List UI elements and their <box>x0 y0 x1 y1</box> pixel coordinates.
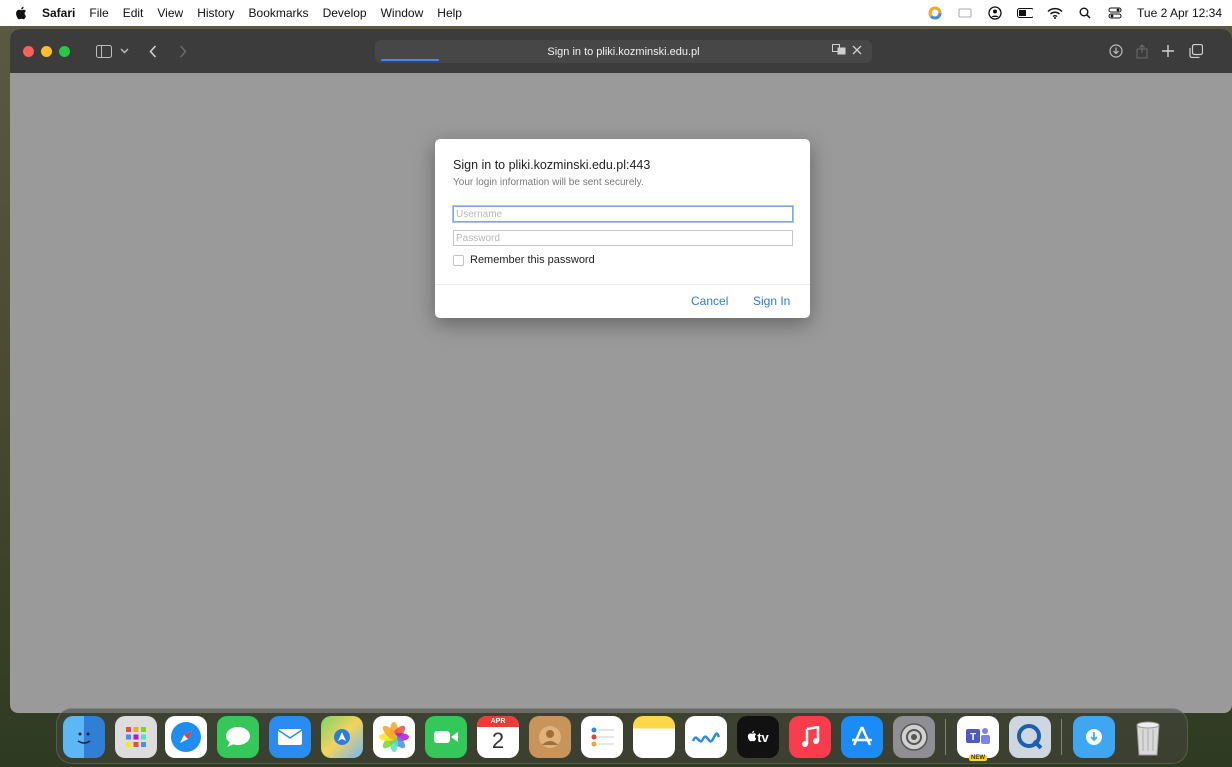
dock: APR 2 tv T NEW <box>56 708 1188 764</box>
window-minimize-button[interactable] <box>41 46 52 57</box>
window-close-button[interactable] <box>23 46 34 57</box>
new-tab-plus-icon[interactable] <box>1160 41 1176 61</box>
wifi-icon[interactable] <box>1047 6 1063 20</box>
dock-finder-icon[interactable] <box>63 716 105 758</box>
dialog-divider <box>435 284 810 285</box>
translate-icon[interactable] <box>832 44 846 58</box>
control-center-icon[interactable] <box>1107 6 1123 20</box>
tv-apple-icon <box>747 730 757 745</box>
menu-develop[interactable]: Develop <box>323 6 367 20</box>
remember-password-row[interactable]: Remember this password <box>453 254 595 266</box>
dock-system-settings-icon[interactable] <box>893 716 935 758</box>
dock-downloads-folder-icon[interactable] <box>1073 716 1115 758</box>
menu-history[interactable]: History <box>197 6 234 20</box>
tv-label: tv <box>757 729 769 745</box>
menu-view[interactable]: View <box>157 6 183 20</box>
menu-help[interactable]: Help <box>437 6 462 20</box>
dock-separator <box>1061 719 1062 755</box>
dock-photos-icon[interactable] <box>373 716 415 758</box>
dock-calendar-icon[interactable]: APR 2 <box>477 716 519 758</box>
menu-bar: Safari File Edit View History Bookmarks … <box>0 0 1232 26</box>
dock-app-store-icon[interactable] <box>841 716 883 758</box>
menu-file[interactable]: File <box>89 6 108 20</box>
forward-button-icon[interactable] <box>176 41 190 61</box>
teams-new-badge: NEW <box>969 755 987 761</box>
dock-microsoft-teams-icon[interactable]: T NEW <box>957 716 999 761</box>
username-input[interactable] <box>453 206 793 222</box>
dock-launchpad-icon[interactable] <box>115 716 157 758</box>
menu-window[interactable]: Window <box>381 6 424 20</box>
apple-menu-icon[interactable] <box>14 5 28 21</box>
back-button-icon[interactable] <box>146 41 160 61</box>
cancel-button[interactable]: Cancel <box>691 294 728 308</box>
dock-messages-icon[interactable] <box>217 716 259 758</box>
dialog-title: Sign in to pliki.kozminski.edu.pl:443 <box>453 158 651 172</box>
dock-trash-icon[interactable] <box>1127 716 1169 758</box>
svg-text:T: T <box>970 732 976 743</box>
dock-reminders-icon[interactable] <box>581 716 623 758</box>
window-zoom-button[interactable] <box>59 46 70 57</box>
calendar-month: APR <box>477 716 519 727</box>
sign-in-dialog: Sign in to pliki.kozminski.edu.pl:443 Yo… <box>435 139 810 318</box>
dock-music-icon[interactable] <box>789 716 831 758</box>
spotlight-search-icon[interactable] <box>1077 6 1093 20</box>
battery-icon[interactable] <box>1017 6 1034 20</box>
dock-maps-icon[interactable] <box>321 716 363 758</box>
dock-separator <box>945 719 946 755</box>
dock-freeform-icon[interactable] <box>685 716 727 758</box>
dock-facetime-icon[interactable] <box>425 716 467 758</box>
dock-notes-icon[interactable] <box>633 716 675 758</box>
status-ring-icon[interactable] <box>927 6 943 20</box>
sign-in-button[interactable]: Sign In <box>753 294 790 308</box>
dock-mail-icon[interactable] <box>269 716 311 758</box>
user-account-icon[interactable] <box>987 6 1003 20</box>
remember-password-checkbox[interactable] <box>453 254 464 266</box>
dock-quicktime-icon[interactable] <box>1009 716 1051 758</box>
menu-app-name[interactable]: Safari <box>42 6 75 20</box>
dock-contacts-icon[interactable] <box>529 716 571 758</box>
dock-safari-icon[interactable] <box>165 716 207 758</box>
tab-overview-icon[interactable] <box>1188 41 1204 61</box>
dock-tv-icon[interactable]: tv <box>737 716 779 758</box>
browser-toolbar: Sign in to pliki.kozminski.edu.pl <box>10 29 1232 73</box>
page-load-progress-bar <box>381 59 439 61</box>
share-icon[interactable] <box>1134 41 1150 61</box>
sidebar-toggle-icon[interactable] <box>94 41 114 61</box>
menu-bar-status-area: Tue 2 Apr 12:34 <box>927 0 1222 26</box>
tab-group-chevron-down-icon[interactable] <box>118 41 130 61</box>
download-icon[interactable] <box>1108 41 1124 61</box>
menu-bookmarks[interactable]: Bookmarks <box>249 6 309 20</box>
menu-edit[interactable]: Edit <box>123 6 144 20</box>
address-bar-text: Sign in to pliki.kozminski.edu.pl <box>547 45 700 58</box>
stop-loading-close-icon[interactable] <box>852 44 862 58</box>
address-bar[interactable]: Sign in to pliki.kozminski.edu.pl <box>375 40 872 63</box>
menu-bar-clock[interactable]: Tue 2 Apr 12:34 <box>1137 6 1222 20</box>
safari-window: Sign in to pliki.kozminski.edu.pl Sign i… <box>10 29 1232 713</box>
dialog-subtitle: Your login information will be sent secu… <box>453 177 644 188</box>
keyboard-layout-icon[interactable] <box>957 6 973 20</box>
password-input[interactable] <box>453 230 793 246</box>
remember-password-label[interactable]: Remember this password <box>470 254 595 266</box>
calendar-day: 2 <box>491 728 505 753</box>
